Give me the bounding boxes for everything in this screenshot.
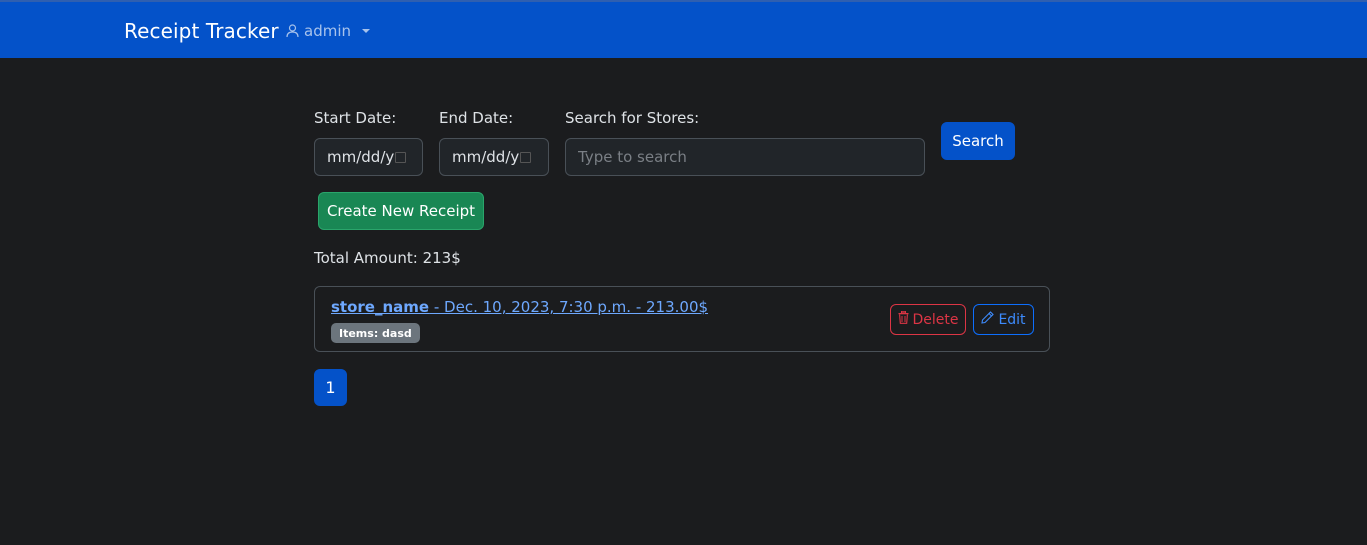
items-badge: Items: dasd (331, 323, 420, 343)
page-button-1[interactable]: 1 (314, 369, 347, 406)
delete-label: Delete (912, 311, 959, 328)
user-name: admin (304, 22, 351, 40)
pencil-icon (981, 311, 995, 328)
start-date-value: mm/dd/y (327, 148, 395, 166)
edit-button[interactable]: Edit (973, 304, 1034, 335)
user-dropdown[interactable]: admin (286, 22, 370, 40)
receipt-card: store_name - Dec. 10, 2023, 7:30 p.m. - … (314, 286, 1050, 352)
end-date-input[interactable]: mm/dd/y (439, 138, 549, 176)
brand-link[interactable]: Receipt Tracker (124, 19, 279, 43)
delete-button[interactable]: Delete (890, 304, 966, 335)
receipt-details: - Dec. 10, 2023, 7:30 p.m. - 213.00$ (429, 298, 709, 316)
search-button[interactable]: Search (941, 122, 1015, 160)
start-date-input[interactable]: mm/dd/y (314, 138, 423, 176)
navbar: Receipt Tracker admin (0, 0, 1367, 58)
end-date-value: mm/dd/y (452, 148, 520, 166)
end-date-label: End Date: (439, 109, 514, 127)
chevron-down-icon (362, 29, 370, 33)
user-icon (286, 24, 299, 38)
total-amount: Total Amount: 213$ (314, 249, 461, 267)
calendar-icon[interactable] (520, 151, 532, 163)
calendar-icon[interactable] (395, 151, 407, 163)
store-search-label: Search for Stores: (565, 109, 700, 127)
receipt-link[interactable]: store_name - Dec. 10, 2023, 7:30 p.m. - … (331, 298, 708, 316)
store-search-input[interactable] (565, 138, 925, 176)
start-date-label: Start Date: (314, 109, 397, 127)
receipt-store-name: store_name (331, 298, 430, 316)
edit-label: Edit (998, 311, 1026, 328)
create-receipt-button[interactable]: Create New Receipt (318, 192, 484, 230)
trash-icon (898, 310, 909, 328)
